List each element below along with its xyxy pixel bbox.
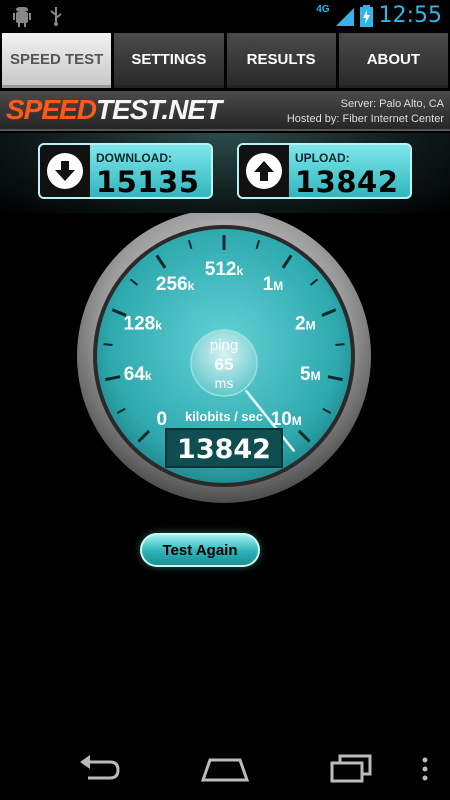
- overflow-menu-icon[interactable]: [420, 754, 430, 784]
- minor-tick: [103, 343, 113, 347]
- units-label: kilobits / sec: [185, 409, 263, 424]
- upload-value: 13842: [295, 165, 399, 199]
- android-debug-icon: [13, 7, 31, 27]
- results-panels: DOWNLOAD: 15135 UPLOAD: 13842: [0, 133, 450, 213]
- minor-tick: [335, 343, 345, 347]
- usb-icon: [50, 7, 62, 26]
- download-panel: DOWNLOAD: 15135: [38, 143, 213, 199]
- tab-speed-test[interactable]: SPEED TEST: [2, 33, 112, 88]
- test-again-button[interactable]: Test Again: [140, 533, 260, 567]
- readout-value: 13842: [177, 434, 271, 465]
- download-title: DOWNLOAD:: [96, 151, 172, 165]
- server-info: Server: Palo Alto, CA Hosted by: Fiber I…: [287, 97, 444, 127]
- clock: 12:55: [378, 3, 442, 28]
- ping-unit: ms: [215, 375, 234, 391]
- ping-value: 65: [215, 355, 234, 374]
- navigation-bar: [0, 740, 450, 800]
- signal-icon: [335, 7, 354, 26]
- server-location: Server: Palo Alto, CA: [340, 98, 444, 110]
- upload-title: UPLOAD:: [295, 151, 350, 165]
- speed-gauge: 0 64k 128k 256k 512k 1M 2M 5M 10M ping 65 ms kil…: [0, 209, 450, 513]
- speedtest-logo: SPEEDTEST.NET: [6, 94, 222, 126]
- network-type-label: 4G: [316, 4, 330, 15]
- download-arrow-icon: [47, 153, 83, 189]
- tab-results[interactable]: RESULTS: [226, 33, 336, 88]
- tab-about[interactable]: ABOUT: [338, 33, 448, 88]
- back-icon[interactable]: [78, 754, 122, 784]
- ping-label: ping: [210, 337, 238, 354]
- tab-settings[interactable]: SETTINGS: [114, 33, 224, 88]
- upload-arrow-icon: [246, 153, 282, 189]
- tab-bar: SPEED TEST SETTINGS RESULTS ABOUT: [0, 33, 450, 88]
- battery-charging-icon: [359, 4, 373, 27]
- gauge-dial: 064k128k256k512k1M2M5M10M ping 65 ms kil…: [77, 209, 371, 503]
- home-icon[interactable]: [200, 754, 250, 784]
- status-bar: 4G 12:55: [0, 0, 450, 33]
- server-host: Hosted by: Fiber Internet Center: [286, 113, 444, 125]
- logo-part-testnet: TEST.NET: [95, 94, 222, 125]
- logo-part-speed: SPEED: [6, 94, 97, 125]
- brand-header: SPEEDTEST.NET Server: Palo Alto, CA Host…: [0, 91, 450, 131]
- download-value: 15135: [96, 165, 200, 199]
- upload-panel: UPLOAD: 13842: [237, 143, 412, 199]
- scale-label: 0: [156, 409, 167, 430]
- recent-apps-icon[interactable]: [328, 754, 374, 784]
